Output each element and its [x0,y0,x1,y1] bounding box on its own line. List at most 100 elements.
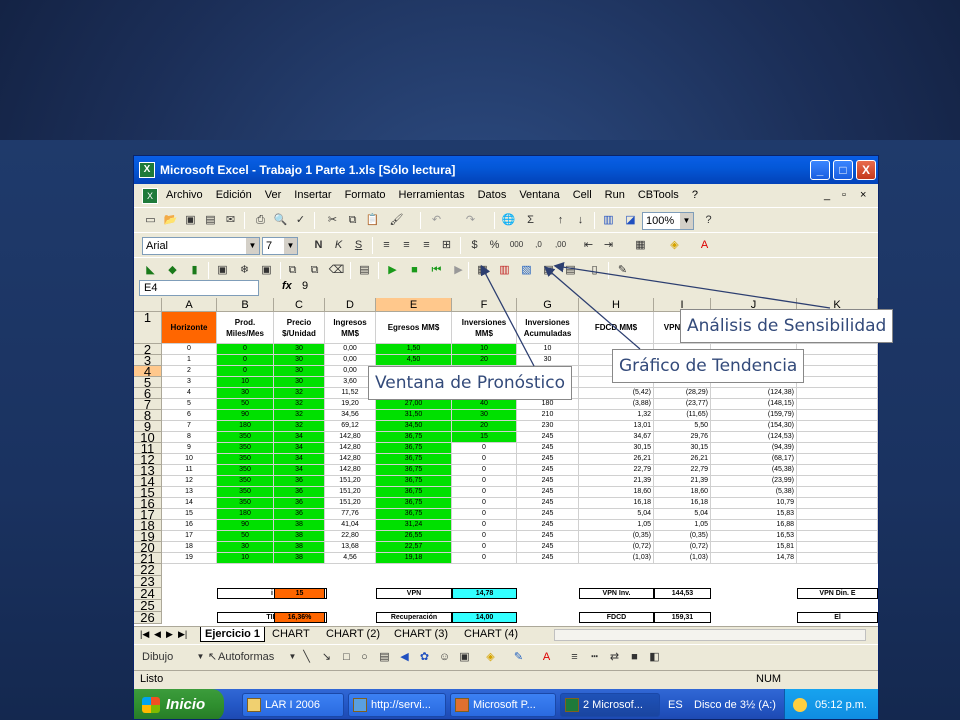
spreadsheet-grid[interactable]: A B C D E F G H I J K 1 2 3 4 5 6 7 8 9 10 11 12 13 14 15 16 17 18 19… [134,298,878,626]
align-center-icon[interactable]: ≡ [398,237,415,253]
data-cell[interactable]: (124,53) [711,432,797,443]
data-cell[interactable]: 41,04 [325,520,376,531]
data-cell[interactable]: 16,53 [711,531,797,542]
font-size-select[interactable]: 7 ▼ [262,237,298,255]
empty-cell[interactable] [797,355,878,366]
start-simulation-icon[interactable]: ▶ [384,262,401,278]
data-cell[interactable]: (94,39) [711,443,797,454]
chart-wizard-icon[interactable]: ▥ [600,212,617,228]
line-color-icon[interactable]: ✎ [510,649,527,665]
fill-color-icon[interactable]: ◈ [666,237,683,253]
row-header[interactable]: 18 [134,520,162,531]
data-cell[interactable]: 36,75 [376,476,452,487]
data-cell[interactable]: 34 [274,454,325,465]
data-cell[interactable]: 15,83 [711,509,797,520]
row-header[interactable]: 2 [134,344,162,355]
data-cell[interactable]: 13,68 [325,542,376,553]
data-cell[interactable]: 32 [274,399,325,410]
empty-cell[interactable] [797,344,878,355]
data-cell[interactable]: 50 [217,399,274,410]
data-cell[interactable]: 10 [217,377,274,388]
task-excel[interactable]: 2 Microsof... [560,693,660,717]
data-cell[interactable]: (159,79) [711,410,797,421]
save-icon[interactable]: ▣ [182,212,199,228]
data-cell[interactable]: 36,75 [376,432,452,443]
data-cell[interactable]: 5,04 [579,509,654,520]
fill-color-icon[interactable]: ◈ [482,649,499,665]
doc-minimize-button[interactable]: _ [824,189,830,201]
data-cell[interactable]: 8 [162,432,217,443]
data-cell[interactable]: 245 [517,487,579,498]
row-header[interactable]: 1 [134,312,162,344]
print-preview-icon[interactable]: 🔍 [272,212,289,228]
menu-item-ventana[interactable]: Ventana [519,189,559,201]
email-icon[interactable]: ✉ [222,212,239,228]
oval-icon[interactable]: ○ [356,649,373,665]
data-cell[interactable]: (45,38) [711,465,797,476]
data-cell[interactable]: 4 [162,388,217,399]
data-cell[interactable]: 151,20 [325,476,376,487]
task-folder[interactable]: LAR I 2006 [242,693,344,717]
empty-cell[interactable] [797,542,878,553]
data-cell[interactable]: (3,88) [579,399,654,410]
data-cell[interactable]: 10 [452,344,517,355]
redo-icon[interactable]: ↷ [462,212,479,228]
sheet-tab[interactable]: CHART (2) [322,627,384,642]
data-cell[interactable]: 16,88 [711,520,797,531]
data-cell[interactable]: 90 [217,520,274,531]
data-cell[interactable]: 245 [517,498,579,509]
data-cell[interactable]: 30 [517,355,579,366]
column-header[interactable]: E [376,298,452,312]
data-cell[interactable]: 16 [162,520,217,531]
data-cell[interactable]: (148,15) [711,399,797,410]
data-cell[interactable]: 10,79 [711,498,797,509]
new-icon[interactable]: ▭ [142,212,159,228]
arrow-icon[interactable]: ↘ [318,649,335,665]
sensitivity-chart-icon[interactable]: ▤ [540,262,557,278]
data-cell[interactable]: 18,60 [579,487,654,498]
row-header[interactable]: 3 [134,355,162,366]
column-header[interactable]: G [517,298,579,312]
data-cell[interactable]: 245 [517,553,579,564]
empty-cell[interactable] [797,487,878,498]
print-icon[interactable]: ⎙ [252,212,269,228]
data-cell[interactable]: 69,12 [325,421,376,432]
increase-indent-icon[interactable]: ⇥ [600,237,617,253]
data-cell[interactable]: 3 [162,377,217,388]
row-header[interactable]: 5 [134,377,162,388]
data-cell[interactable]: 20 [452,421,517,432]
data-cell[interactable]: 34,56 [325,410,376,421]
data-cell[interactable]: 19 [162,553,217,564]
row-header[interactable]: 25 [134,600,162,612]
data-cell[interactable]: 350 [217,487,274,498]
underline-icon[interactable]: S [350,237,367,253]
currency-icon[interactable]: $ [466,237,483,253]
data-cell[interactable]: 32 [274,421,325,432]
data-cell[interactable]: 30 [274,377,325,388]
arrow-style-icon[interactable]: ⇄ [606,649,623,665]
row-header[interactable]: 10 [134,432,162,443]
data-cell[interactable]: 151,20 [325,498,376,509]
i-value[interactable]: 15 [274,588,325,599]
data-cell[interactable]: 1,05 [654,520,711,531]
data-cell[interactable]: (28,29) [654,388,711,399]
shadow-icon[interactable]: ■ [626,649,643,665]
decrease-decimal-icon[interactable]: ,00 [552,237,569,253]
row-header[interactable]: 11 [134,443,162,454]
3d-icon[interactable]: ◧ [646,649,663,665]
drawing-icon[interactable]: ◪ [622,212,639,228]
data-cell[interactable]: 30 [217,388,274,399]
column-header[interactable]: F [452,298,517,312]
column-header[interactable]: H [579,298,654,312]
undo-icon[interactable]: ↶ [428,212,445,228]
data-cell[interactable]: 26,21 [579,454,654,465]
empty-cell[interactable] [797,377,878,388]
data-cell[interactable]: 180 [517,399,579,410]
menu-item-cbtools[interactable]: CBTools [638,189,679,201]
data-cell[interactable]: 36 [274,509,325,520]
menu-item-herramientas[interactable]: Herramientas [399,189,465,201]
data-cell[interactable]: 32 [274,388,325,399]
borders-icon[interactable]: ▦ [632,237,649,253]
data-cell[interactable]: 38 [274,531,325,542]
merge-center-icon[interactable]: ⊞ [438,237,455,253]
